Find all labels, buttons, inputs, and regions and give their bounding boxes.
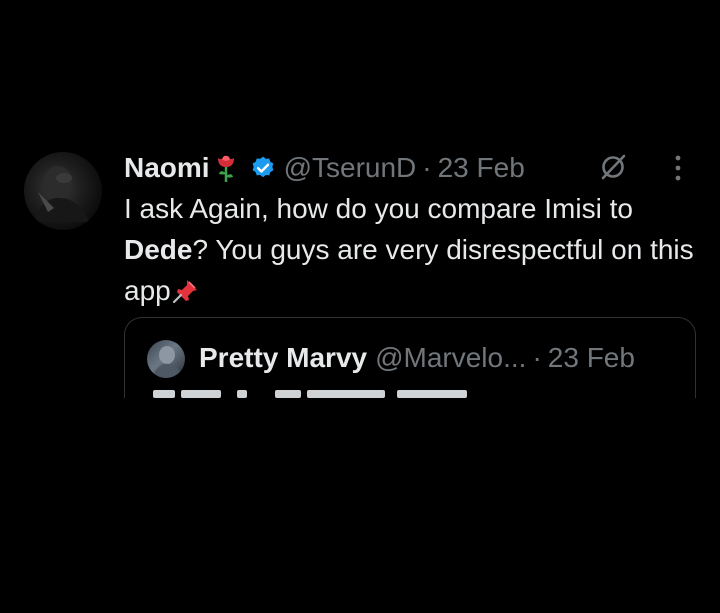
more-dots-icon[interactable] (670, 152, 686, 184)
quoted-author-avatar[interactable] (147, 340, 185, 378)
verified-badge-icon (250, 155, 276, 181)
tweet[interactable]: Naomi @TserunD · 23 Feb I ask Again, how… (0, 140, 720, 398)
separator-dot: · (422, 152, 432, 183)
tweet-date[interactable]: 23 Feb (438, 152, 525, 184)
tweet-text-part2: ? You guys are very disrespectful on thi… (124, 234, 694, 306)
quoted-tweet[interactable]: Pretty Marvy @Marvelo... · 23 Feb (124, 317, 696, 398)
grok-icon[interactable] (598, 152, 628, 182)
quoted-text-cutoff (147, 390, 507, 398)
tweet-header: Naomi @TserunD · 23 Feb (124, 148, 525, 188)
author-name[interactable]: Naomi (124, 152, 210, 184)
quoted-tweet-header: Pretty Marvy @Marvelo... · 23 Feb (199, 338, 635, 378)
tweet-text-bold: Dede (124, 234, 193, 265)
author-avatar[interactable] (24, 152, 102, 230)
quoted-author-handle[interactable]: @Marvelo... (375, 342, 526, 374)
quoted-tweet-date[interactable]: 23 Feb (548, 342, 635, 374)
pushpin-emoji-icon (171, 274, 201, 304)
quoted-separator-dot: · (532, 342, 542, 373)
rose-emoji-icon (214, 153, 238, 183)
quoted-author-name[interactable]: Pretty Marvy (199, 342, 367, 374)
author-handle[interactable]: @TserunD (284, 152, 417, 184)
tweet-text: I ask Again, how do you compare Imisi to… (124, 188, 704, 311)
tweet-text-part1: I ask Again, how do you compare Imisi to (124, 193, 633, 224)
